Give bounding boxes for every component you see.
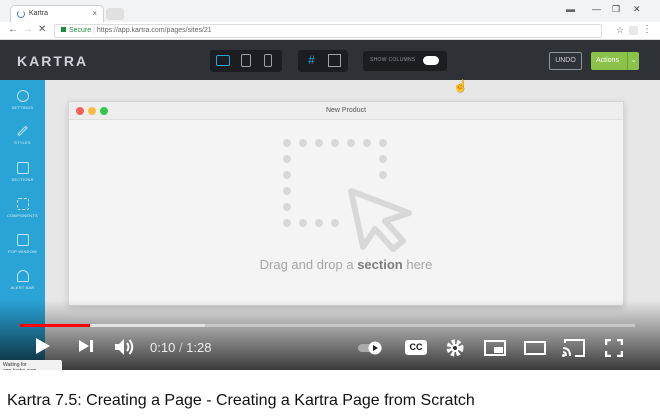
sidebar-item-label: STYLES [14,140,31,145]
actions-button[interactable]: Actions ⌄ [591,52,639,70]
secure-label: Secure [69,27,92,34]
video-player[interactable]: Kartra × ▬ — ❐ ✕ ← → ✕ Secure | https://… [0,0,660,370]
sidebar-item-pop-window[interactable]: POP WINDOW [0,234,45,254]
sidebar-item-styles[interactable]: STYLES [0,125,45,145]
browser-tab-bar: Kartra × ▬ — ❐ ✕ [0,0,660,22]
view-mode-switcher: # [298,50,348,72]
device-switcher [210,50,282,72]
window-titlebar: New Product [69,102,623,120]
maximize-button[interactable]: ❐ [612,4,620,15]
chevron-down-icon[interactable]: ⌄ [627,52,639,70]
autoplay-toggle-icon[interactable] [357,341,385,355]
video-title: Kartra 7.5: Creating a Page - Creating a… [7,392,475,409]
user-profile-icon[interactable]: ▬ [566,4,575,14]
bell-icon [16,270,29,282]
play-icon[interactable] [35,337,51,355]
cast-icon[interactable] [562,339,586,357]
grid-icon [16,162,29,174]
captions-icon[interactable]: CC [405,340,427,355]
duration: 1:28 [186,340,212,355]
extension-icon[interactable] [629,26,638,35]
url-text: https://app.kartra.com/pages/sites/21 [96,27,212,34]
new-tab-button[interactable] [106,8,124,20]
browser-menu-icon[interactable]: ⋮ [642,24,652,35]
drop-hint: Drag and drop a section here [69,257,623,272]
browser-status-text: Waiting for app.kartra.com... [0,360,62,370]
tab-title: Kartra [29,10,49,17]
browser-tab[interactable]: Kartra × [10,5,104,22]
show-columns-control: SHOW COLUMNS [363,51,447,71]
show-columns-toggle[interactable] [423,56,439,65]
kartra-logo: KARTRA [17,53,89,69]
grid-icon[interactable]: # [305,54,318,67]
kartra-toolbar: KARTRA # SHOW COLUMNS UNDO Actions ⌄ [0,40,660,80]
page-window: New Product Drag and drop a section here [68,101,624,306]
mobile-icon[interactable] [264,54,272,67]
bookmark-star-icon[interactable]: ☆ [616,25,624,36]
brush-icon [17,125,28,137]
drop-hint-text: Drag and drop a [259,257,354,272]
sidebar-item-label: POP WINDOW [7,249,38,254]
mouse-pointer-icon: ☝ [453,79,468,93]
close-window-button[interactable]: ✕ [633,4,641,15]
sidebar-item-alert-bar[interactable]: ALERT BAR [0,270,45,290]
settings-gear-icon[interactable] [446,339,464,357]
theater-mode-icon[interactable] [524,341,546,355]
drop-hint-bold: section [357,257,403,272]
tablet-icon[interactable] [241,54,251,67]
sidebar-item-settings[interactable]: SETTINGS [0,90,45,110]
played-bar [20,324,90,327]
current-time: 0:10 [150,340,176,355]
desktop-icon[interactable] [216,55,230,66]
popup-icon [16,234,29,246]
url-field[interactable]: Secure | https://app.kartra.com/pages/si… [54,24,602,38]
undo-button[interactable]: UNDO [549,52,582,70]
frame-icon[interactable] [328,54,341,67]
miniplayer-icon[interactable] [484,340,506,356]
gear-icon [16,90,29,102]
sidebar-item-label: SETTINGS [11,105,34,110]
address-bar-row: ← → ✕ Secure | https://app.kartra.com/pa… [0,22,660,40]
drop-hint-text-end: here [406,257,433,272]
fullscreen-icon[interactable] [605,339,623,357]
controls-gradient [0,300,660,370]
sidebar-item-label: ALERT BAR [10,285,35,290]
back-icon[interactable]: ← [8,24,18,35]
lock-icon [61,27,66,32]
stop-icon[interactable]: ✕ [38,24,46,35]
show-columns-label: SHOW COLUMNS [370,57,416,63]
crop-icon [16,198,29,210]
minimize-button[interactable]: — [592,4,601,14]
next-icon[interactable] [78,339,94,353]
sidebar-item-label: COMPONENTS [7,213,38,218]
time-display: 0:10 / 1:28 [150,340,212,355]
loading-icon [17,10,25,18]
window-title: New Product [325,107,367,114]
tab-close-icon[interactable]: × [92,9,97,18]
forward-icon[interactable]: → [23,24,33,35]
sidebar-item-label: SECTIONS [11,177,34,182]
volume-icon[interactable] [114,337,136,357]
sidebar-item-sections[interactable]: SECTIONS [0,162,45,182]
progress-bar[interactable] [20,324,635,327]
actions-label: Actions [596,57,619,64]
sidebar-item-components[interactable]: COMPONENTS [0,198,45,218]
drop-section-icon [283,139,412,252]
